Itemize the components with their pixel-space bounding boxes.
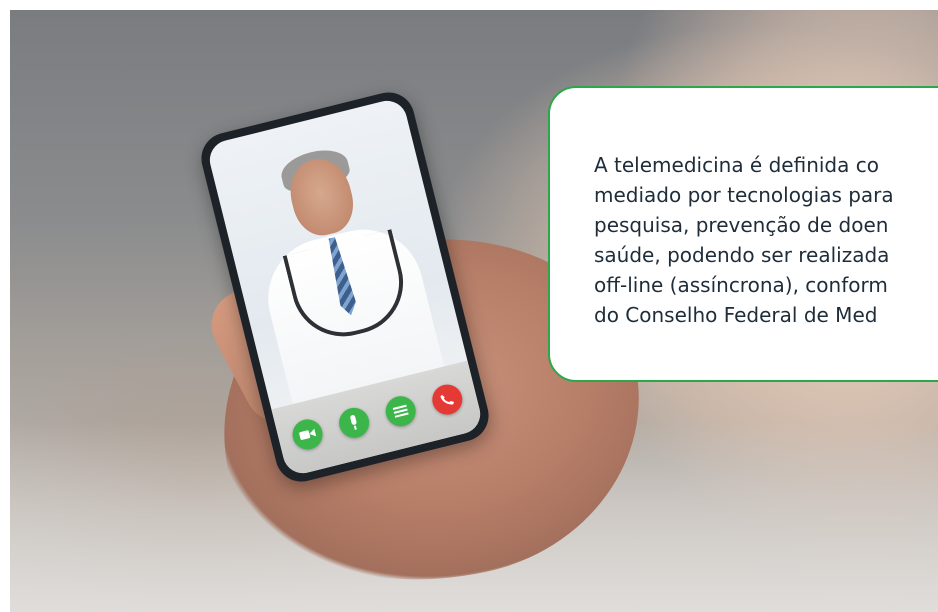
info-line: mediado por tecnologias para (594, 183, 894, 207)
info-callout-text: A telemedicina é definida co mediado por… (594, 150, 938, 330)
info-line: off-line (assíncrona), conform (594, 273, 888, 297)
info-line: A telemedicina é definida co (594, 153, 879, 177)
info-line: do Conselho Federal de Med (594, 303, 878, 327)
info-line: pesquisa, prevenção de doen (594, 213, 889, 237)
info-line: saúde, podendo ser realizada (594, 243, 890, 267)
